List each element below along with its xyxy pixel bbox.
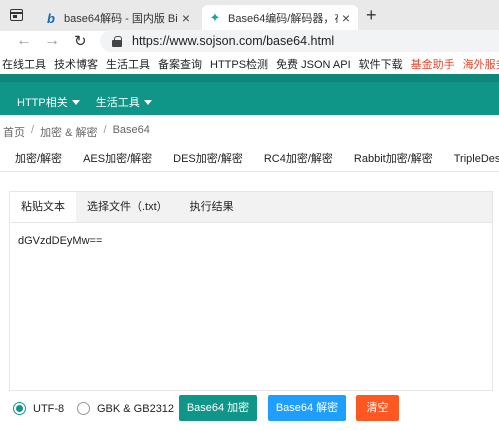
breadcrumb-separator: / (103, 124, 107, 136)
nav-link-life-tools[interactable]: 生活工具 (106, 56, 150, 72)
banner-top-strip (0, 74, 499, 82)
input-panel: 粘贴文本 选择文件（.txt） 执行结果 dGVzdDEyMw== (9, 191, 493, 391)
caret-down-icon (71, 99, 80, 105)
tab-rabbit[interactable]: Rabbit加密/解密 (354, 150, 433, 166)
tab-tripledes[interactable]: TripleDes加密/解密 (454, 150, 499, 166)
site-top-nav: 在线工具 技术博客 生活工具 备案查询 HTTPS检测 免费 JSON API … (0, 54, 499, 74)
radio-label: GBK & GB2312 (97, 402, 175, 415)
radio-label: UTF-8 (33, 402, 65, 415)
menu-http-related[interactable]: HTTP相关 (17, 94, 80, 110)
lock-icon[interactable] (112, 35, 122, 47)
nav-link-tech-blog[interactable]: 技术博客 (54, 56, 98, 72)
base64-encode-button[interactable]: Base64 加密 (179, 395, 257, 421)
nav-link-overseas-server[interactable]: 海外服务器 (463, 56, 499, 72)
nav-link-https-check[interactable]: HTTPS检测 (210, 56, 268, 72)
breadcrumb: 首页 / 加密 & 解密 / Base64 (3, 124, 150, 140)
close-icon[interactable]: × (178, 10, 194, 26)
browser-tab-bing[interactable]: b base64解码 - 国内版 Bing × (38, 5, 198, 31)
nav-link-online-tools[interactable]: 在线工具 (2, 56, 46, 72)
base64-decode-button[interactable]: Base64 解密 (268, 395, 346, 421)
text-input-area[interactable]: dGVzdDEyMw== (10, 222, 492, 390)
tab-encrypt-decrypt[interactable]: 加密/解密 (15, 150, 62, 166)
clear-button[interactable]: 清空 (356, 395, 399, 421)
site-banner: HTTP相关 生活工具 (0, 74, 499, 115)
breadcrumb-crypto[interactable]: 加密 & 解密 (40, 124, 97, 140)
tab-title: base64解码 - 国内版 Bing (64, 13, 178, 25)
window-menu-icon[interactable] (10, 9, 23, 21)
tab-result[interactable]: 执行结果 (179, 192, 245, 222)
tab-title: Base64编码/解码器，在线解码Base64 (228, 13, 338, 25)
bing-icon: b (47, 10, 55, 26)
tab-select-file[interactable]: 选择文件（.txt） (76, 192, 179, 222)
back-arrow-icon[interactable]: ← (16, 32, 32, 50)
tab-paste-text[interactable]: 粘贴文本 (10, 192, 76, 222)
close-icon[interactable]: × (338, 10, 354, 26)
breadcrumb-current: Base64 (112, 124, 150, 136)
browser-toolbar: ← → ↻ https://www.sojson.com/base64.html (0, 30, 499, 53)
browser-tab-sojson[interactable]: ✦ Base64编码/解码器，在线解码Base64 × (202, 5, 358, 31)
browser-tab-strip: b base64解码 - 国内版 Bing × ✦ Base64编码/解码器，在… (0, 0, 499, 31)
url-text[interactable]: https://www.sojson.com/base64.html (132, 34, 334, 48)
menu-label: 生活工具 (95, 97, 140, 109)
radio-utf8[interactable]: UTF-8 (13, 402, 64, 415)
breadcrumb-home[interactable]: 首页 (3, 124, 25, 140)
tab-des[interactable]: DES加密/解密 (173, 150, 243, 166)
nav-link-json-api[interactable]: 免费 JSON API (276, 56, 351, 72)
divider (0, 171, 499, 172)
breadcrumb-separator: / (31, 124, 35, 136)
caret-down-icon (143, 99, 152, 105)
radio-unselected-icon[interactable] (77, 402, 90, 415)
menu-label: HTTP相关 (17, 97, 68, 109)
nav-link-fund-assistant[interactable]: 基金助手 (411, 56, 455, 72)
radio-selected-icon[interactable] (13, 402, 26, 415)
nav-link-icp-query[interactable]: 备案查询 (158, 56, 202, 72)
panel-tabs: 粘贴文本 选择文件（.txt） 执行结果 (10, 192, 492, 222)
radio-gbk[interactable]: GBK & GB2312 (77, 402, 174, 415)
sojson-icon: ✦ (209, 10, 221, 25)
menu-life-tools[interactable]: 生活工具 (96, 94, 152, 110)
address-bar[interactable]: https://www.sojson.com/base64.html (100, 30, 499, 52)
tab-rc4[interactable]: RC4加密/解密 (264, 150, 333, 166)
tab-aes[interactable]: AES加密/解密 (83, 150, 152, 166)
algorithm-tabs: 加密/解密 AES加密/解密 DES加密/解密 RC4加密/解密 Rabbit加… (0, 150, 499, 166)
reload-icon[interactable]: ↻ (74, 32, 87, 50)
forward-arrow-icon[interactable]: → (44, 32, 60, 50)
new-tab-button[interactable]: + (366, 5, 377, 26)
nav-link-software-download[interactable]: 软件下载 (359, 56, 403, 72)
banner-menu: HTTP相关 生活工具 (17, 94, 168, 110)
